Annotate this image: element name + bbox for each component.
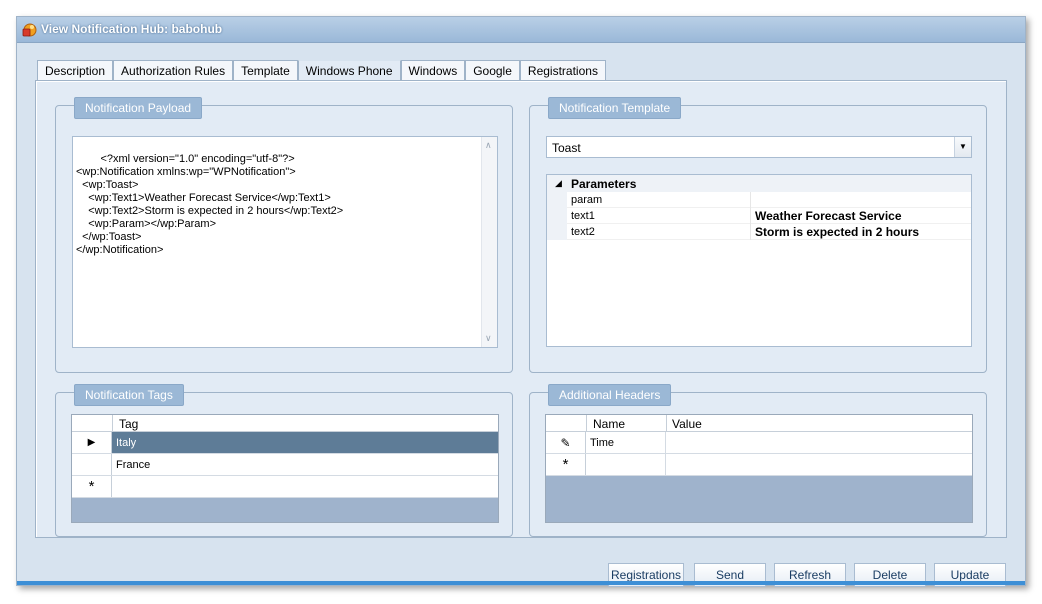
tab-description[interactable]: Description bbox=[37, 60, 114, 80]
param-value[interactable]: Storm is expected in 2 hours bbox=[755, 225, 919, 239]
current-row-indicator-icon: ▶ bbox=[72, 432, 112, 453]
tab-authorization-rules[interactable]: Authorization Rules bbox=[113, 60, 234, 80]
new-row[interactable]: * bbox=[72, 476, 498, 498]
tab-windows-phone[interactable]: Windows Phone bbox=[297, 60, 401, 80]
header-value-cell[interactable] bbox=[667, 432, 972, 453]
table-row[interactable]: France bbox=[72, 454, 498, 476]
notification-template-group: Notification Template Toast ▼ ◢ Paramete… bbox=[529, 97, 987, 373]
value-column-header[interactable]: Value bbox=[672, 417, 702, 431]
tab-windows[interactable]: Windows bbox=[400, 60, 466, 80]
headers-grid: Name Value ✎ Time * bbox=[545, 414, 973, 523]
row-header bbox=[72, 454, 112, 475]
new-tag-cell[interactable] bbox=[113, 476, 498, 497]
title-bar: View Notification Hub: babohub bbox=[17, 17, 1025, 43]
headers-grid-header: Name Value bbox=[546, 415, 972, 432]
window-accent-bar bbox=[17, 581, 1025, 585]
param-name: param bbox=[571, 194, 603, 206]
additional-headers-title: Additional Headers bbox=[548, 384, 672, 406]
additional-headers-group: Additional Headers Name Value ✎ Time * bbox=[529, 384, 987, 537]
tab-template[interactable]: Template bbox=[233, 60, 298, 80]
param-value[interactable]: Weather Forecast Service bbox=[755, 209, 902, 223]
param-row-text2[interactable]: text2 Storm is expected in 2 hours bbox=[547, 224, 971, 240]
scroll-up-icon[interactable]: ∧ bbox=[485, 139, 492, 152]
main-window: View Notification Hub: babohub Descripti… bbox=[16, 16, 1026, 587]
window-title: View Notification Hub: babohub bbox=[41, 22, 223, 36]
tab-strip: Description Authorization Rules Template… bbox=[37, 60, 606, 80]
notification-tags-title: Notification Tags bbox=[74, 384, 184, 406]
notification-payload-title: Notification Payload bbox=[74, 97, 203, 119]
table-row[interactable]: ▶ Italy bbox=[72, 432, 498, 454]
collapse-icon[interactable]: ◢ bbox=[555, 178, 562, 189]
param-name: text2 bbox=[571, 226, 595, 238]
template-select-value: Toast bbox=[552, 141, 581, 155]
chevron-down-icon[interactable]: ▼ bbox=[954, 137, 971, 157]
param-row-param[interactable]: param bbox=[547, 192, 971, 208]
tab-google[interactable]: Google bbox=[465, 60, 520, 80]
new-row-icon: * bbox=[546, 454, 586, 475]
notification-template-title: Notification Template bbox=[548, 97, 682, 119]
scroll-down-icon[interactable]: ∨ bbox=[485, 332, 492, 345]
notification-tags-group: Notification Tags Tag ▶ Italy France * bbox=[55, 384, 513, 537]
new-row[interactable]: * bbox=[546, 454, 972, 476]
parameters-property-grid: ◢ Parameters param text1 Weather Forecas… bbox=[546, 174, 972, 347]
windows-phone-panel: Notification Payload <?xml version="1.0"… bbox=[35, 80, 1007, 538]
payload-xml-editor[interactable]: <?xml version="1.0" encoding="utf-8"?> <… bbox=[72, 136, 498, 348]
tab-registrations[interactable]: Registrations bbox=[519, 60, 606, 80]
header-name-cell[interactable]: Time bbox=[587, 432, 666, 453]
tag-cell[interactable]: Italy bbox=[113, 432, 498, 453]
app-icon bbox=[22, 23, 37, 37]
name-column-header[interactable]: Name bbox=[593, 417, 625, 431]
payload-xml-text: <?xml version="1.0" encoding="utf-8"?> <… bbox=[76, 153, 344, 256]
tag-cell[interactable]: France bbox=[113, 454, 498, 475]
new-header-value-cell[interactable] bbox=[667, 454, 972, 475]
new-header-name-cell[interactable] bbox=[587, 454, 666, 475]
parameters-category-label: Parameters bbox=[571, 177, 637, 191]
notification-payload-group: Notification Payload <?xml version="1.0"… bbox=[55, 97, 513, 373]
table-row[interactable]: ✎ Time bbox=[546, 432, 972, 454]
payload-scrollbar[interactable]: ∧ ∨ bbox=[481, 137, 497, 347]
param-name: text1 bbox=[571, 210, 595, 222]
template-select[interactable]: Toast ▼ bbox=[546, 136, 972, 158]
new-row-icon: * bbox=[72, 476, 112, 497]
edit-pencil-icon: ✎ bbox=[546, 432, 586, 453]
parameters-category[interactable]: ◢ Parameters bbox=[547, 175, 971, 192]
tag-column-header[interactable]: Tag bbox=[119, 417, 138, 431]
param-row-text1[interactable]: text1 Weather Forecast Service bbox=[547, 208, 971, 224]
tags-grid-header: Tag bbox=[72, 415, 498, 432]
tags-grid: Tag ▶ Italy France * bbox=[71, 414, 499, 523]
